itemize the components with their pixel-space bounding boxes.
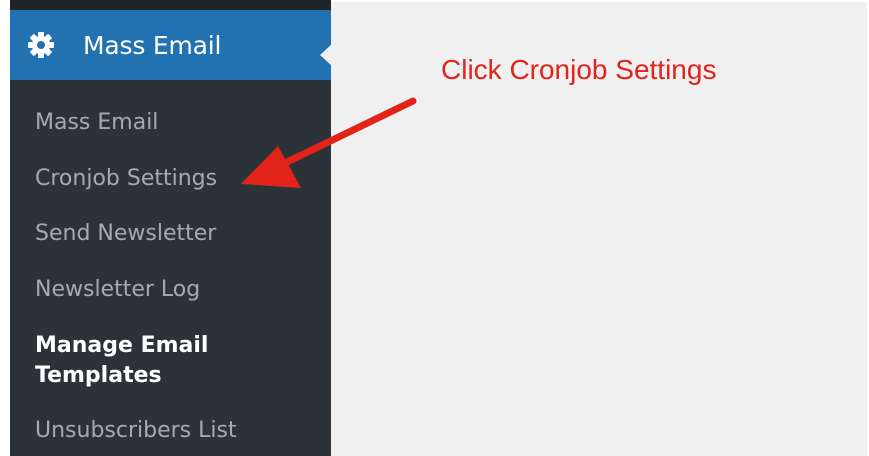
- submenu-item-unsubscribers-list[interactable]: Unsubscribers List: [35, 416, 237, 446]
- menu-item-mass-email[interactable]: Mass Email: [10, 10, 332, 80]
- admin-sidebar: Mass Email Mass Email Cronjob Settings S…: [10, 0, 332, 456]
- annotation-callout-text: Click Cronjob Settings: [441, 54, 717, 85]
- submenu-item-manage-email-templates[interactable]: Manage Email Templates: [35, 331, 275, 391]
- submenu-item-mass-email[interactable]: Mass Email: [35, 108, 158, 138]
- sidebar-top-strip: [10, 0, 331, 10]
- menu-header-title: Mass Email: [83, 30, 222, 60]
- gear-icon: [27, 31, 55, 59]
- submenu-item-newsletter-log[interactable]: Newsletter Log: [35, 275, 200, 305]
- submenu-item-send-newsletter[interactable]: Send Newsletter: [35, 219, 216, 249]
- submenu-item-cronjob-settings[interactable]: Cronjob Settings: [35, 164, 217, 194]
- screenshot-frame: Mass Email Mass Email Cronjob Settings S…: [0, 0, 869, 456]
